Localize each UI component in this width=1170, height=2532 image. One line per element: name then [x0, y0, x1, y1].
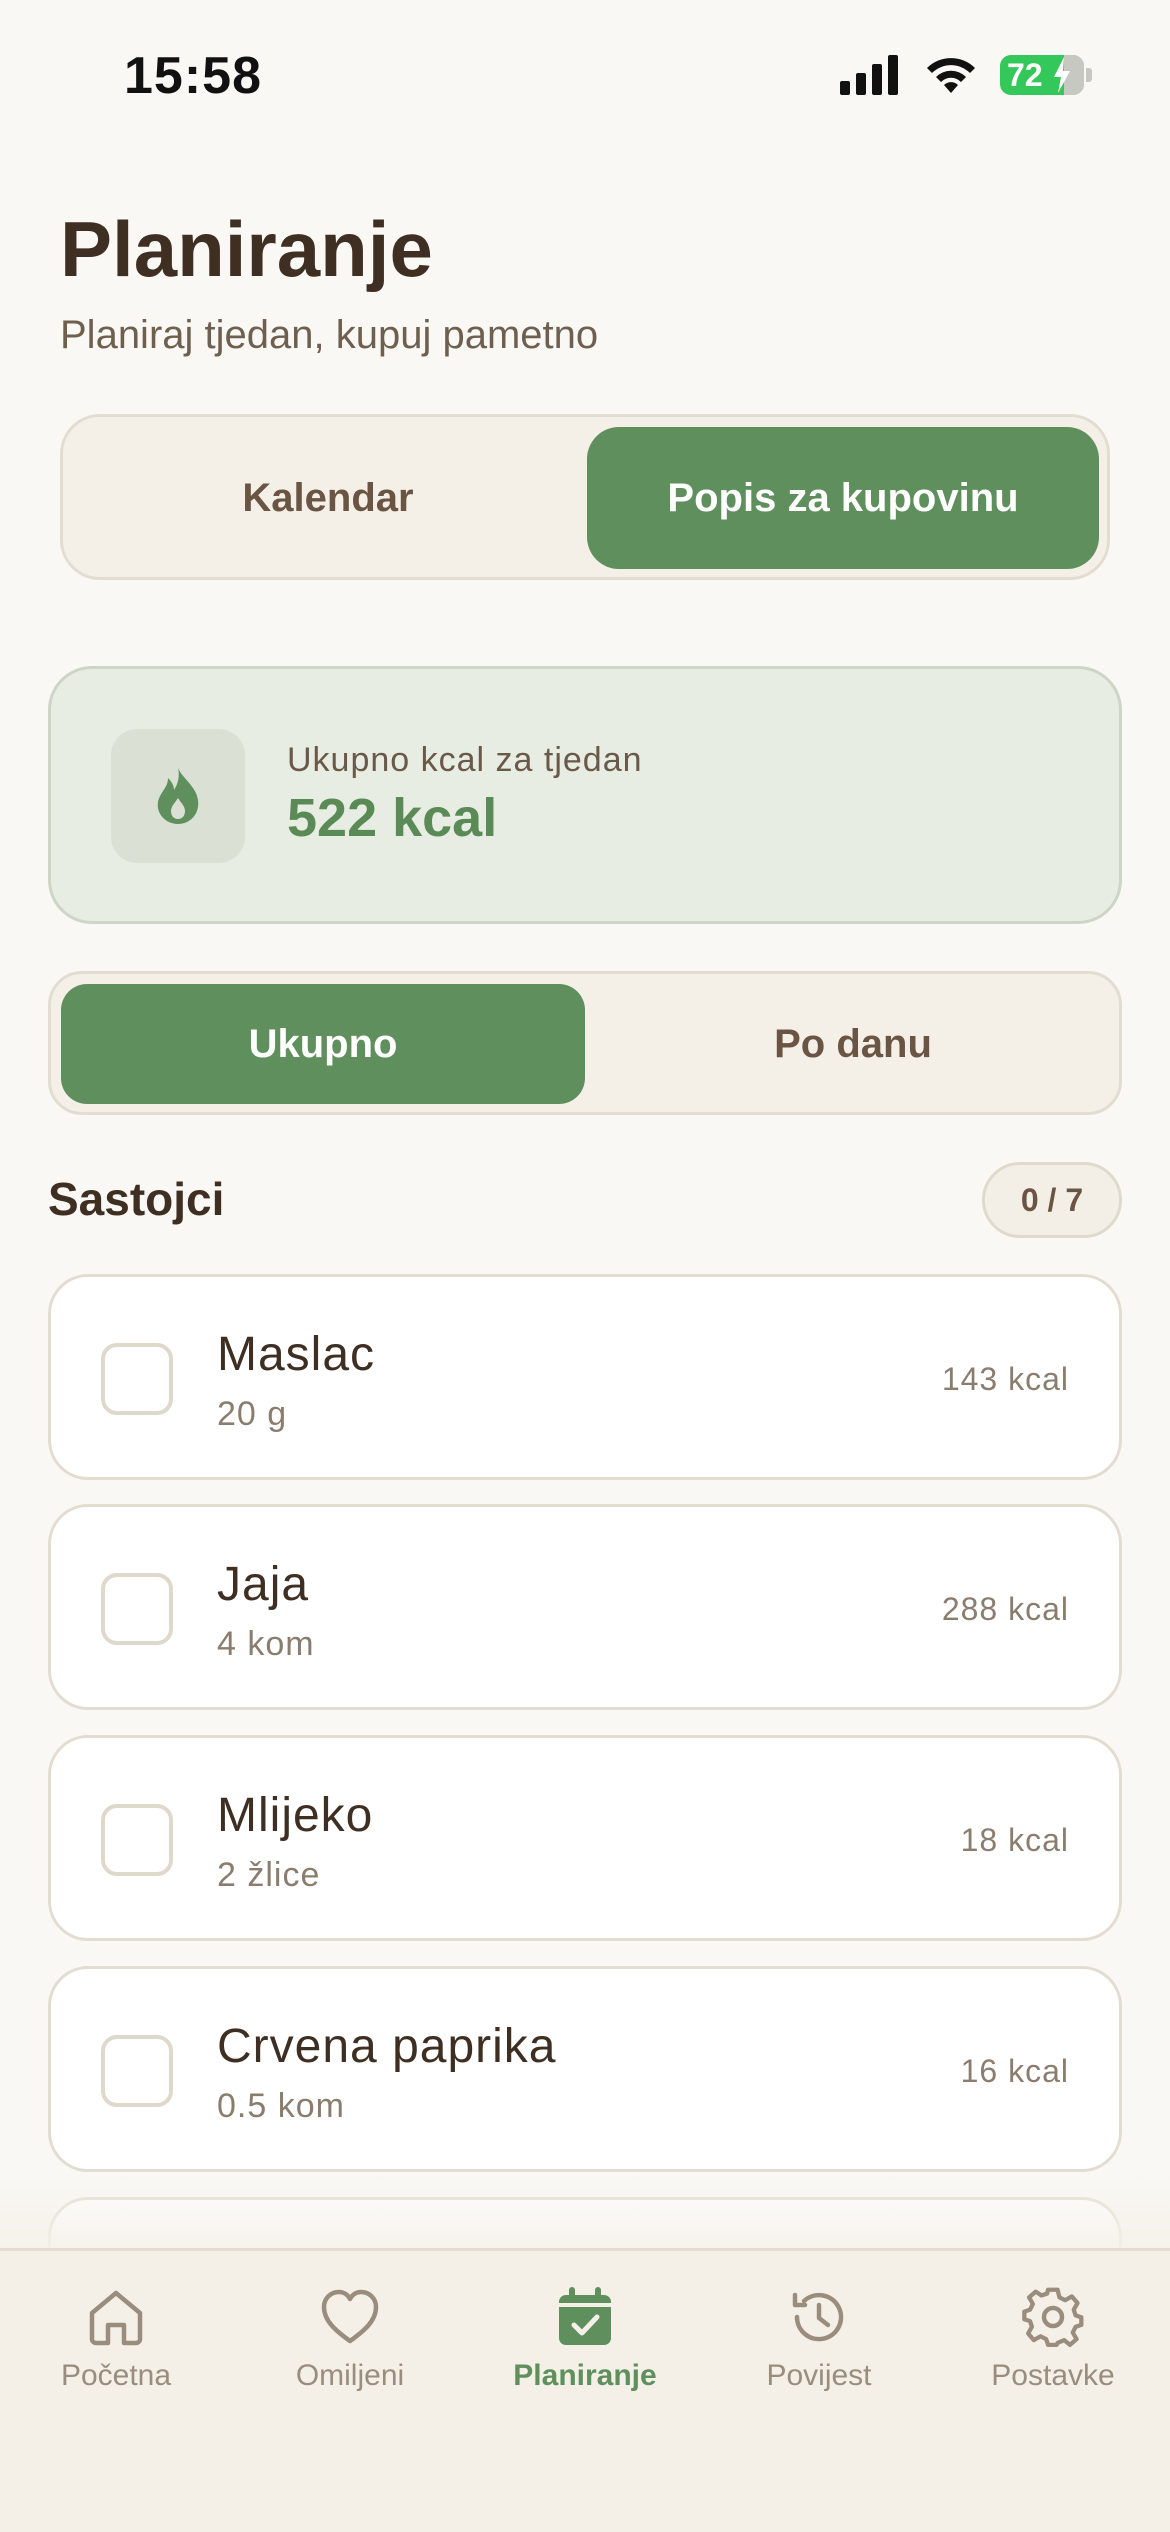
status-bar: 15:58 72	[0, 0, 1170, 150]
wifi-icon	[927, 58, 975, 93]
item-quantity: 20 g	[217, 1395, 288, 1433]
charging-bolt-icon	[1054, 57, 1070, 93]
list-item[interactable]: Jaja 4 kom 288 kcal	[48, 1504, 1122, 1710]
heart-icon	[321, 2289, 379, 2344]
bottom-tab-bar: Početna Omiljeni Planiranje Povijest Pos…	[0, 2248, 1170, 2532]
battery-tip	[1086, 68, 1092, 82]
battery-indicator: 72	[1000, 55, 1084, 95]
item-kcal: 143 kcal	[941, 1361, 1069, 1397]
tab-by-day[interactable]: Po danu	[591, 984, 1115, 1104]
grouping-toggle: Ukupno Po danu	[48, 971, 1122, 1115]
item-quantity: 4 kom	[217, 1625, 315, 1663]
planning-screen: 15:58 72 Planiranje Planiraj tjedan, kup…	[0, 0, 1170, 2532]
item-name: Jaja	[217, 1558, 310, 1611]
tab-label: Planiranje	[513, 2359, 657, 2392]
page-title: Planiranje	[60, 205, 433, 293]
item-checkbox[interactable]	[101, 1804, 173, 1876]
item-quantity: 0.5 kom	[217, 2087, 345, 2125]
weekly-kcal-card: Ukupno kcal za tjedan 522 kcal	[48, 666, 1122, 924]
item-name: Crvena paprika	[217, 2020, 557, 2073]
list-item[interactable]: Maslac 20 g 143 kcal	[48, 1274, 1122, 1480]
tab-label: Postavke	[991, 2359, 1115, 2392]
tab-favorites[interactable]: Omiljeni	[250, 2285, 450, 2393]
tab-label: Omiljeni	[295, 2359, 405, 2392]
tab-label: Početna	[60, 2359, 172, 2392]
item-name: Mlijeko	[217, 1789, 374, 1842]
kcal-label: Ukupno kcal za tjedan	[287, 741, 643, 779]
tab-label: Povijest	[766, 2359, 872, 2392]
tab-planning[interactable]: Planiranje	[485, 2285, 685, 2393]
kcal-value: 522 kcal	[287, 788, 498, 848]
item-kcal: 288 kcal	[941, 1591, 1069, 1627]
home-icon	[89, 2290, 143, 2346]
list-fade-overlay	[0, 2170, 1170, 2248]
item-name: Maslac	[217, 1328, 376, 1381]
item-checkbox[interactable]	[101, 1343, 173, 1415]
gear-icon	[1022, 2287, 1084, 2347]
tab-shopping-list[interactable]: Popis za kupovinu	[587, 427, 1099, 569]
battery-level: 72	[1007, 56, 1043, 93]
page-subtitle: Planiraj tjedan, kupuj pametno	[60, 313, 599, 357]
view-toggle: Kalendar Popis za kupovinu	[60, 414, 1110, 580]
tab-history[interactable]: Povijest	[719, 2285, 919, 2393]
kcal-icon-box	[111, 729, 245, 863]
item-checkbox[interactable]	[101, 1573, 173, 1645]
flame-icon	[157, 768, 199, 824]
calendar-check-icon	[559, 2287, 611, 2345]
item-kcal: 18 kcal	[960, 1822, 1069, 1858]
item-quantity: 2 žlice	[217, 1856, 321, 1894]
status-time: 15:58	[124, 47, 262, 105]
tab-calendar[interactable]: Kalendar	[73, 427, 583, 569]
tab-home[interactable]: Početna	[16, 2285, 216, 2393]
status-icons: 72	[840, 55, 1092, 95]
ingredient-list: Maslac 20 g 143 kcal Jaja 4 kom 288 kcal…	[48, 1274, 1122, 2248]
cellular-signal-icon	[840, 55, 898, 95]
item-checkbox[interactable]	[101, 2035, 173, 2107]
tab-total[interactable]: Ukupno	[61, 984, 585, 1104]
item-kcal: 16 kcal	[960, 2053, 1069, 2089]
checked-count-badge: 0 / 7	[982, 1162, 1122, 1238]
list-item[interactable]: Crvena paprika 0.5 kom 16 kcal	[48, 1966, 1122, 2172]
ingredients-title: Sastojci	[48, 1173, 225, 1225]
tab-settings[interactable]: Postavke	[953, 2285, 1153, 2393]
history-icon	[792, 2292, 844, 2342]
list-item[interactable]: Mlijeko 2 žlice 18 kcal	[48, 1735, 1122, 1941]
